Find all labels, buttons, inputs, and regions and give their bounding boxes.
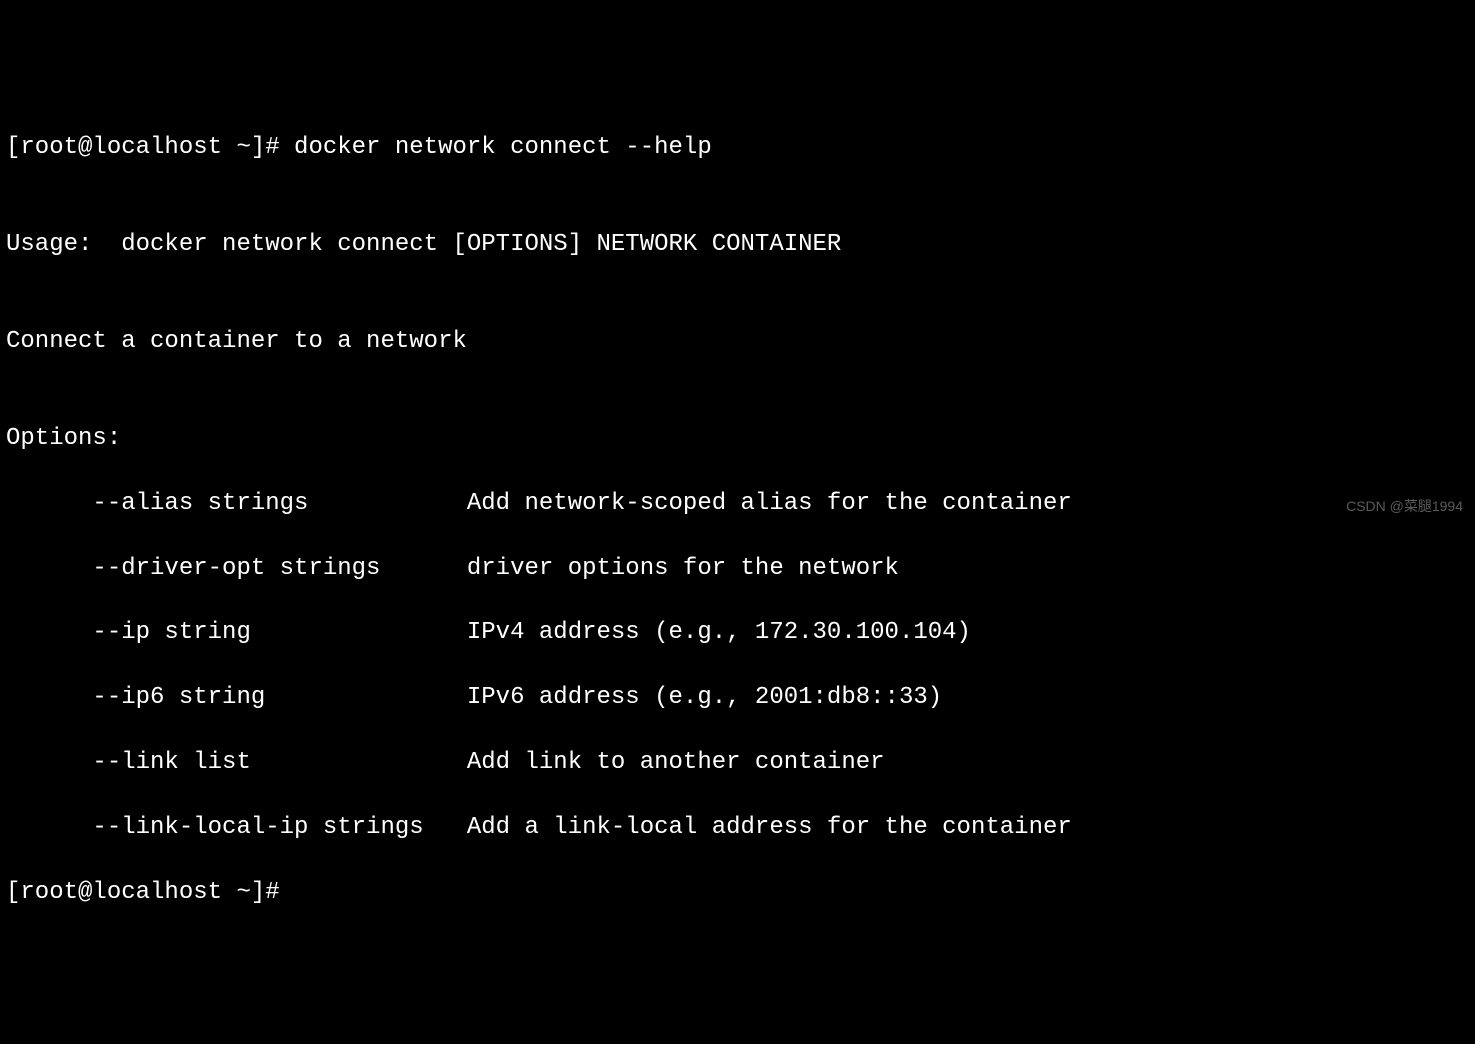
option-desc: Add a link-local address for the contain…: [467, 814, 1072, 841]
entered-command: docker network connect --help: [294, 134, 712, 161]
usage-line: Usage: docker network connect [OPTIONS] …: [6, 229, 1469, 261]
option-flag: --link list: [6, 749, 467, 776]
watermark-text: CSDN @菜腿1994: [1346, 497, 1463, 516]
option-desc: Add network-scoped alias for the contain…: [467, 490, 1072, 517]
command-line-1: [root@localhost ~]# docker network conne…: [6, 132, 1469, 164]
option-row: --driver-opt strings driver options for …: [6, 553, 1469, 585]
description-line: Connect a container to a network: [6, 326, 1469, 358]
shell-prompt: [root@localhost ~]#: [6, 879, 294, 906]
option-row: --ip6 string IPv6 address (e.g., 2001:db…: [6, 682, 1469, 714]
option-row: --link list Add link to another containe…: [6, 747, 1469, 779]
option-desc: IPv6 address (e.g., 2001:db8::33): [467, 684, 942, 711]
option-flag: --link-local-ip strings: [6, 814, 467, 841]
shell-prompt: [root@localhost ~]#: [6, 134, 294, 161]
option-desc: driver options for the network: [467, 555, 899, 582]
option-row: --alias strings Add network-scoped alias…: [6, 488, 1469, 520]
options-header: Options:: [6, 423, 1469, 455]
option-flag: --ip6 string: [6, 684, 467, 711]
command-line-2[interactable]: [root@localhost ~]#: [6, 877, 1469, 909]
option-flag: --alias strings: [6, 490, 467, 517]
option-desc: IPv4 address (e.g., 172.30.100.104): [467, 619, 971, 646]
option-flag: --driver-opt strings: [6, 555, 467, 582]
option-desc: Add link to another container: [467, 749, 885, 776]
option-row: --ip string IPv4 address (e.g., 172.30.1…: [6, 617, 1469, 649]
option-flag: --ip string: [6, 619, 467, 646]
option-row: --link-local-ip strings Add a link-local…: [6, 812, 1469, 844]
